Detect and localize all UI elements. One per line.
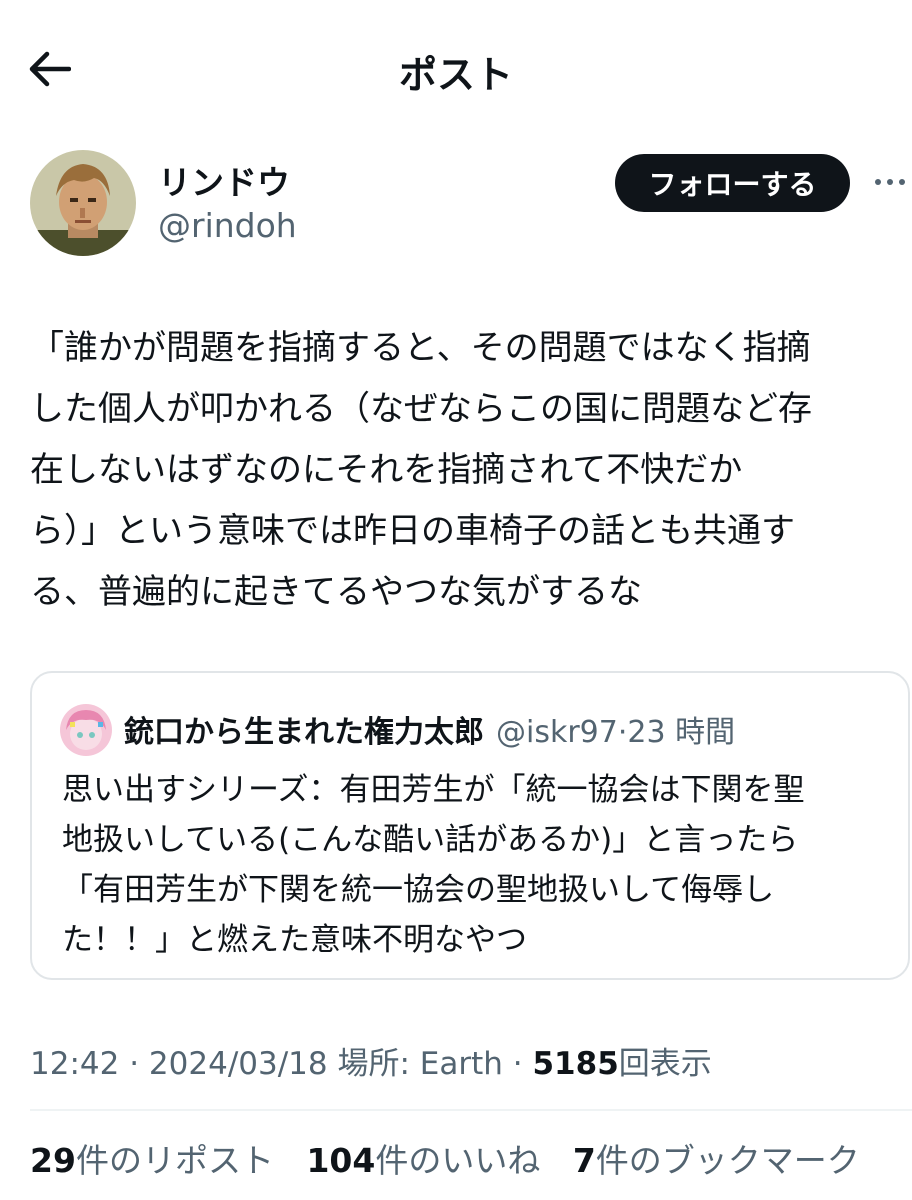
more-options-icon[interactable] [870, 160, 910, 204]
dot [875, 179, 881, 185]
author-header: リンドウ @rindoh フォローする [30, 150, 905, 260]
meta-separator: · [512, 1046, 523, 1082]
likes-count: 104 [306, 1141, 376, 1180]
quote-timestamp: 23 時間 [627, 715, 736, 750]
reposts-label: 件のリポスト [75, 1141, 274, 1180]
quoted-tweet[interactable]: 銃口から生まれた権力太郎 @iskr97·23 時間 思い出すシリーズ：有田芳生が… [30, 671, 910, 980]
quote-author-name[interactable]: 銃口から生まれた権力太郎 [124, 715, 484, 750]
tweet-location: 場所: Earth [337, 1046, 503, 1082]
meta-separator: · [129, 1046, 140, 1082]
author-avatar[interactable] [30, 150, 136, 256]
author-name[interactable]: リンドウ [158, 156, 290, 204]
quote-text: 思い出すシリーズ：有田芳生が「統一協会は下関を聖 地扱いしている(こんな酷い話が… [62, 772, 805, 958]
dot [887, 179, 893, 185]
reposts-count: 29 [30, 1141, 76, 1180]
quote-avatar-image [60, 704, 112, 756]
views-count: 5185 [532, 1046, 619, 1082]
likes-label: 件のいいね [375, 1141, 541, 1180]
views-label: 回表示 [618, 1046, 712, 1082]
likes-stat[interactable]: 104件のいいね [306, 1141, 540, 1180]
quote-author-handle[interactable]: @iskr97 [496, 715, 618, 750]
tweet-meta: 12:42 · 2024/03/18 場所: Earth · 5185回表示 [30, 1038, 712, 1083]
tweet-time[interactable]: 12:42 [30, 1046, 119, 1082]
quote-separator: · [617, 715, 628, 750]
reposts-stat[interactable]: 29件のリポスト [30, 1141, 274, 1180]
bookmarks-label: 件のブックマーク [595, 1141, 860, 1180]
bookmarks-stat[interactable]: 7件のブックマーク [573, 1141, 860, 1180]
bookmarks-count: 7 [572, 1141, 596, 1180]
tweet-text: 「誰かが問題を指摘すると、その問題ではなく指摘 した個人が叩かれる（なぜならこの… [30, 328, 812, 612]
dot [899, 179, 905, 185]
engagement-stats: 29件のリポスト 104件のいいね 7件のブックマーク [30, 1134, 882, 1182]
tweet-date[interactable]: 2024/03/18 [149, 1046, 328, 1082]
follow-button[interactable]: フォローする [615, 154, 850, 212]
author-handle[interactable]: @rindoh [158, 206, 297, 245]
quote-header: 銃口から生まれた権力太郎 @iskr97·23 時間 [124, 707, 735, 751]
top-bar: ポスト [0, 0, 912, 140]
quote-avatar[interactable] [60, 704, 112, 756]
page-title: ポスト [398, 53, 513, 97]
divider [30, 1109, 912, 1111]
avatar-image [30, 150, 136, 256]
